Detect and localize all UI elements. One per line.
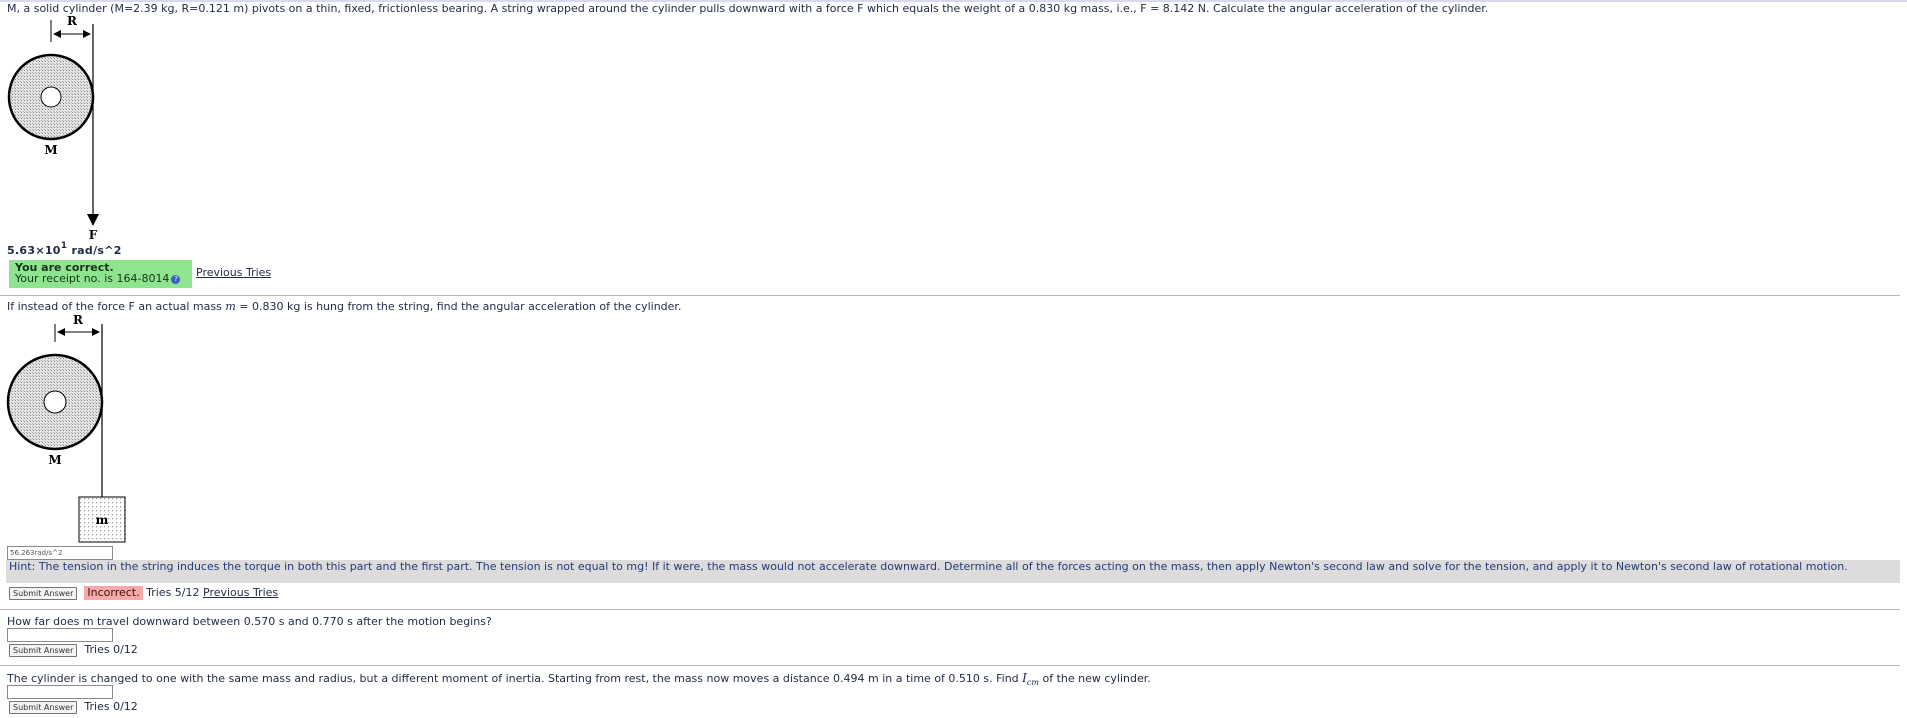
mass-variable: m (225, 300, 236, 313)
incorrect-status: Incorrect. (84, 586, 143, 600)
radius-label-2: R (73, 313, 84, 327)
previous-tries-label[interactable]: Previous Tries (196, 266, 271, 279)
answer-units: rad/s^2 (67, 244, 122, 257)
question-4-text: The cylinder is changed to one with the … (7, 671, 1151, 690)
divider-2 (0, 609, 1900, 610)
axle (40, 86, 62, 108)
force-label: F (89, 228, 98, 240)
hint-box: Hint: The tension in the string induces … (6, 560, 1900, 583)
q1-answer: 5.63×101 rad/s^2 (7, 241, 122, 258)
q2-answer-input[interactable] (7, 546, 113, 560)
q3-tries: Tries 0/12 (84, 643, 138, 656)
q2-submit-button[interactable]: Submit Answer (9, 586, 78, 600)
q3-submit-button[interactable]: Submit Answer (9, 643, 78, 657)
mass-label-2: M (48, 453, 61, 467)
mass-label: M (44, 143, 57, 157)
force-arrowhead (87, 214, 99, 226)
hanging-mass-label: m (96, 513, 109, 527)
inertia-subscript: cm (1026, 678, 1039, 688)
question-4-text-start: The cylinder is changed to one with the … (7, 672, 1023, 685)
cylinder-force-diagram: R M F (7, 14, 99, 240)
q2-tries: Tries 5/12 (142, 586, 203, 599)
info-icon[interactable]: ? (171, 274, 181, 284)
q4-submit-row: Submit Answer Tries 0/12 (9, 700, 138, 714)
question-1-text: M, a solid cylinder (M=2.39 kg, R=0.121 … (7, 2, 1489, 15)
q4-submit-button[interactable]: Submit Answer (9, 700, 78, 714)
question-4-text-end: of the new cylinder. (1039, 672, 1151, 685)
answer-exponent: 1 (60, 241, 68, 252)
receipt-line: Your receipt no. is 164-8014? (15, 273, 188, 284)
q3-submit-row: Submit Answer Tries 0/12 (9, 643, 138, 657)
correct-message: You are correct. Your receipt no. is 164… (9, 260, 192, 288)
divider-3 (0, 665, 1900, 666)
q2-previous-tries-link[interactable]: Previous Tries (203, 586, 278, 600)
q4-tries: Tries 0/12 (84, 700, 138, 713)
axle-2 (43, 390, 67, 414)
q3-answer-input[interactable] (7, 628, 113, 642)
divider (0, 295, 1900, 296)
question-3-text: How far does m travel downward between 0… (7, 615, 492, 628)
receipt-text: Your receipt no. is 164-8014 (15, 272, 170, 285)
question-2-text-end: = 0.830 kg is hung from the string, find… (235, 300, 682, 313)
cylinder-hanging-mass-diagram: R M m (6, 313, 126, 543)
answer-mantissa: 5.63×10 (7, 244, 61, 257)
q4-answer-input[interactable] (7, 685, 113, 699)
radius-label: R (67, 14, 78, 28)
q2-submit-row: Submit Answer Incorrect. Tries 5/12 Prev… (9, 586, 278, 600)
q1-previous-tries-link[interactable]: Previous Tries (196, 266, 271, 280)
